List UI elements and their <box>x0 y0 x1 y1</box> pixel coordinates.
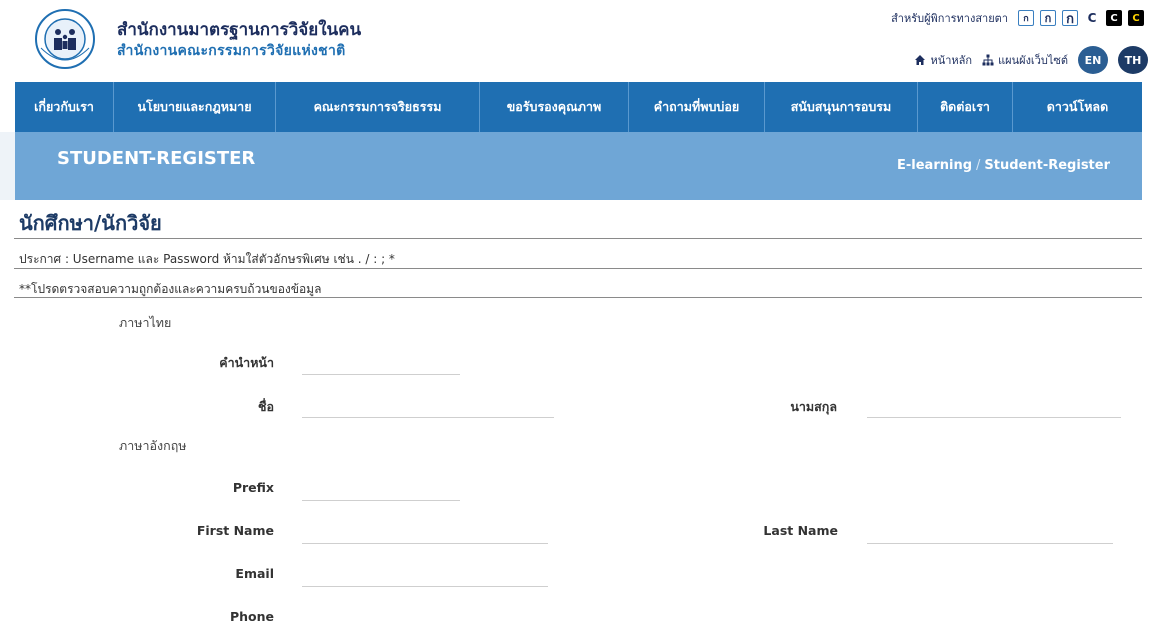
nav-item-contact[interactable]: ติดต่อเรา <box>918 82 1013 132</box>
font-size-large-button[interactable]: ก <box>1062 10 1078 27</box>
notice-text: ประกาศ : Username และ Password ห้ามใส่ตั… <box>19 252 395 266</box>
breadcrumb: E-learning / Student-Register <box>897 158 1110 173</box>
th-last-name-input[interactable] <box>867 396 1121 418</box>
top-links: หน้าหลัก แผนผังเว็บไซต์ EN TH <box>914 46 1148 74</box>
nav-item-training[interactable]: สนับสนุนการอบรม <box>765 82 918 132</box>
section-heading: นักศึกษา/นักวิจัย <box>19 211 162 235</box>
contrast-dark-button[interactable]: C <box>1106 10 1122 26</box>
lang-th-button[interactable]: TH <box>1118 46 1148 74</box>
contrast-normal-button[interactable]: C <box>1084 10 1100 26</box>
email-label: Email <box>235 566 274 581</box>
th-prefix-label: คำนำหน้า <box>219 355 274 370</box>
sitemap-icon <box>982 54 994 66</box>
main-nav: เกี่ยวกับเรา นโยบายและกฎหมาย คณะกรรมการจ… <box>15 82 1142 132</box>
nav-item-about[interactable]: เกี่ยวกับเรา <box>15 82 114 132</box>
nav-item-policy[interactable]: นโยบายและกฎหมาย <box>114 82 276 132</box>
font-size-small-button[interactable]: ก <box>1018 10 1034 26</box>
breadcrumb-separator: / <box>976 158 981 173</box>
th-first-name-label: ชื่อ <box>258 399 274 414</box>
last-name-input[interactable] <box>867 522 1113 544</box>
prefix-input[interactable] <box>302 479 460 501</box>
last-name-label: Last Name <box>763 523 838 538</box>
nav-item-ethics-committee[interactable]: คณะกรรมการจริยธรรม <box>276 82 480 132</box>
org-subtitle: สำนักงานคณะกรรมการวิจัยแห่งชาติ <box>117 43 346 59</box>
prefix-label: Prefix <box>232 480 274 495</box>
breadcrumb-elearning[interactable]: E-learning <box>897 158 972 173</box>
accessibility-controls: สำหรับผู้พิการทางสายตา ก ก ก C C C <box>891 7 1144 29</box>
th-prefix-input[interactable] <box>302 353 460 375</box>
home-icon <box>915 55 926 65</box>
sitemap-link[interactable]: แผนผังเว็บไซต์ <box>982 51 1068 69</box>
email-input[interactable] <box>302 565 548 587</box>
lang-en-button[interactable]: EN <box>1078 46 1108 74</box>
sitemap-link-label: แผนผังเว็บไซต์ <box>998 54 1068 67</box>
thai-section-label: ภาษาไทย <box>119 315 172 330</box>
nav-item-faq[interactable]: คำถามที่พบบ่อย <box>629 82 765 132</box>
phone-label: Phone <box>229 609 274 622</box>
first-name-input[interactable] <box>302 522 548 544</box>
th-first-name-input[interactable] <box>302 396 554 418</box>
divider <box>14 297 1142 298</box>
font-size-medium-button[interactable]: ก <box>1040 10 1056 26</box>
home-link[interactable]: หน้าหลัก <box>914 51 972 69</box>
contrast-yellow-button[interactable]: C <box>1128 10 1144 26</box>
nav-item-accreditation[interactable]: ขอรับรองคุณภาพ <box>480 82 629 132</box>
ohrs-logo[interactable] <box>31 8 99 70</box>
divider <box>14 268 1142 269</box>
divider <box>14 238 1142 239</box>
org-title: สำนักงานมาตรฐานการวิจัยในคน <box>117 20 362 40</box>
first-name-label: First Name <box>196 523 274 538</box>
breadcrumb-student-register: Student-Register <box>984 158 1110 173</box>
page-title: STUDENT-REGISTER <box>57 148 256 169</box>
site-header: สำนักงานมาตรฐานการวิจัยในคน สำนักงานคณะก… <box>0 0 1154 80</box>
page-title-band: STUDENT-REGISTER E-learning / Student-Re… <box>15 132 1142 200</box>
band-edge <box>0 132 15 200</box>
home-link-label: หน้าหลัก <box>930 54 973 67</box>
th-last-name-label: นามสกุล <box>790 399 837 414</box>
nav-item-download[interactable]: ดาวน์โหลด <box>1013 82 1142 132</box>
english-section-label: ภาษาอังกฤษ <box>119 438 187 453</box>
accessibility-label: สำหรับผู้พิการทางสายตา <box>891 12 1008 25</box>
